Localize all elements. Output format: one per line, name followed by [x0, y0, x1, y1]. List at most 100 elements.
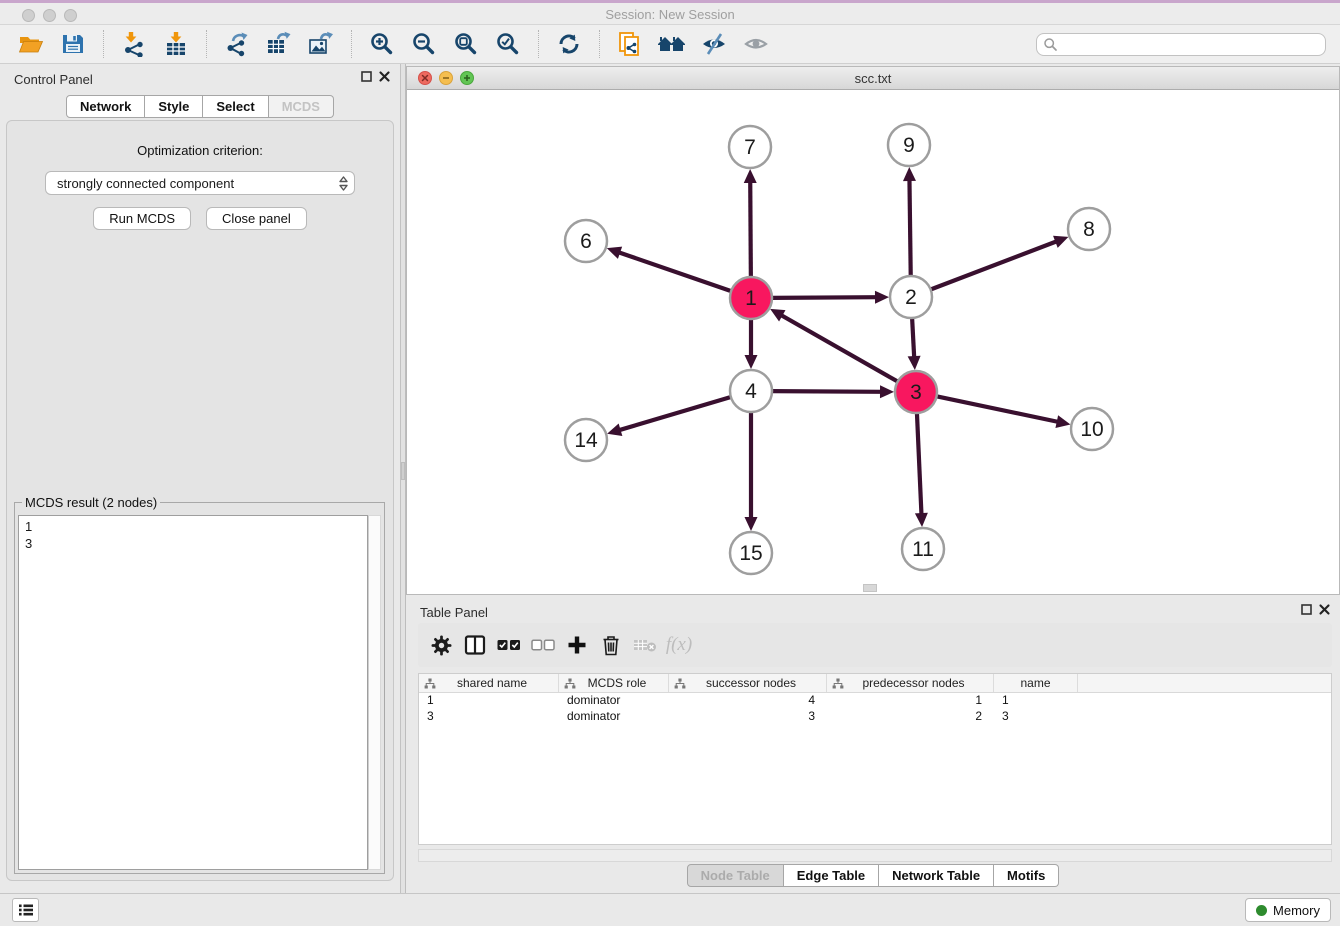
tab-network-table[interactable]: Network Table [879, 864, 994, 887]
tab-node-table[interactable]: Node Table [687, 864, 784, 887]
export-network-icon[interactable] [222, 29, 252, 59]
refresh-icon[interactable] [554, 29, 584, 59]
table-row[interactable]: 3 dominator 3 2 3 [419, 709, 1331, 725]
run-mcds-button[interactable]: Run MCDS [93, 207, 191, 230]
home-icon[interactable] [657, 29, 687, 59]
tab-style[interactable]: Style [145, 95, 203, 118]
edge-3-1[interactable] [781, 315, 898, 382]
cell-predecessor-nodes[interactable]: 1 [827, 693, 994, 709]
tab-motifs[interactable]: Motifs [994, 864, 1059, 887]
memory-button[interactable]: Memory [1245, 898, 1331, 922]
mcds-result-text[interactable]: 1 3 [18, 515, 368, 870]
edge-arrowhead [744, 169, 757, 183]
import-table-icon[interactable] [161, 29, 191, 59]
node-label-3: 3 [910, 381, 922, 404]
zoom-selected-icon[interactable] [493, 29, 523, 59]
edge-2-3[interactable] [912, 318, 914, 358]
result-scrollbar[interactable] [368, 515, 381, 870]
tab-mcds[interactable]: MCDS [269, 95, 334, 118]
cell-mcds-role[interactable]: dominator [559, 709, 669, 725]
edge-1-7[interactable] [750, 181, 751, 277]
float-panel-icon[interactable] [361, 71, 372, 82]
export-table-icon[interactable] [264, 29, 294, 59]
splitter-grip[interactable] [401, 462, 405, 480]
cell-successor-nodes[interactable]: 4 [669, 693, 827, 709]
edge-4-14[interactable] [619, 397, 731, 430]
duplicate-network-icon[interactable] [615, 29, 645, 59]
attribute-type-icon [674, 678, 686, 689]
column-header-name[interactable]: name [994, 674, 1078, 692]
tab-network[interactable]: Network [66, 95, 145, 118]
network-canvas[interactable]: 7968124314101511 [407, 90, 1339, 594]
edge-2-8[interactable] [931, 241, 1058, 289]
mcds-result-title: MCDS result (2 nodes) [22, 495, 160, 510]
import-network-icon[interactable] [119, 29, 149, 59]
table-tabs: Node Table Edge Table Network Table Moti… [406, 864, 1340, 887]
save-session-icon[interactable] [58, 29, 88, 59]
function-icon[interactable]: f(x) [662, 630, 696, 660]
toolbar-separator [206, 30, 207, 58]
table-panel-title: Table Panel [420, 605, 488, 620]
memory-label: Memory [1273, 903, 1320, 918]
network-window-titlebar[interactable]: scc.txt [407, 67, 1339, 90]
search-field[interactable] [1036, 33, 1326, 56]
float-panel-icon[interactable] [1301, 604, 1312, 615]
main-toolbar [0, 25, 1340, 64]
task-history-button[interactable] [12, 898, 39, 922]
tab-edge-table[interactable]: Edge Table [784, 864, 879, 887]
edge-arrowhead [745, 517, 758, 531]
status-bar: Memory [0, 893, 1340, 926]
node-label-10: 10 [1080, 418, 1103, 441]
edge-1-2[interactable] [772, 297, 877, 298]
zoom-in-icon[interactable] [367, 29, 397, 59]
edge-3-10[interactable] [937, 396, 1059, 422]
node-label-4: 4 [745, 380, 757, 403]
gear-icon[interactable] [424, 630, 458, 660]
delete-icon[interactable] [594, 630, 628, 660]
node-label-2: 2 [905, 286, 917, 309]
dropdown-stepper-icon [339, 176, 348, 191]
edge-2-9[interactable] [909, 179, 910, 276]
add-icon[interactable] [560, 630, 594, 660]
show-graphics-icon[interactable] [741, 29, 771, 59]
edge-arrowhead [745, 355, 758, 369]
open-session-icon[interactable] [16, 29, 46, 59]
edge-1-6[interactable] [618, 252, 731, 291]
select-all-icon[interactable] [492, 630, 526, 660]
edge-arrowhead [908, 356, 921, 370]
cell-name[interactable]: 1 [994, 693, 1078, 709]
column-header-mcds-role[interactable]: MCDS role [559, 674, 669, 692]
column-header-predecessor-nodes[interactable]: predecessor nodes [827, 674, 994, 692]
deselect-all-icon[interactable] [526, 630, 560, 660]
node-label-11: 11 [912, 538, 934, 561]
cell-predecessor-nodes[interactable]: 2 [827, 709, 994, 725]
horizontal-splitter-grip[interactable] [863, 584, 877, 592]
column-header-shared-name[interactable]: shared name [419, 674, 559, 692]
column-header-successor-nodes[interactable]: successor nodes [669, 674, 827, 692]
export-image-icon[interactable] [306, 29, 336, 59]
table-horizontal-scrollbar[interactable] [418, 849, 1332, 862]
delete-table-icon[interactable] [628, 630, 662, 660]
search-input[interactable] [1058, 37, 1319, 51]
network-graph[interactable]: 7968124314101511 [407, 90, 1339, 594]
tab-select[interactable]: Select [203, 95, 268, 118]
hide-graphics-icon[interactable] [699, 29, 729, 59]
zoom-fit-icon[interactable] [451, 29, 481, 59]
close-panel-button[interactable]: Close panel [206, 207, 307, 230]
columns-icon[interactable] [458, 630, 492, 660]
close-panel-icon[interactable] [1319, 604, 1330, 615]
zoom-out-icon[interactable] [409, 29, 439, 59]
edge-4-3[interactable] [772, 391, 882, 392]
node-label-14: 14 [574, 429, 598, 452]
criterion-dropdown[interactable]: strongly connected component [45, 171, 355, 195]
close-panel-icon[interactable] [379, 71, 390, 82]
window-titlebar: Session: New Session [0, 0, 1340, 25]
cell-successor-nodes[interactable]: 3 [669, 709, 827, 725]
cell-shared-name[interactable]: 3 [419, 709, 559, 725]
cell-shared-name[interactable]: 1 [419, 693, 559, 709]
table-row[interactable]: 1 dominator 4 1 1 [419, 693, 1331, 709]
node-label-9: 9 [903, 134, 915, 157]
cell-name[interactable]: 3 [994, 709, 1078, 725]
cell-mcds-role[interactable]: dominator [559, 693, 669, 709]
edge-3-11[interactable] [917, 413, 922, 515]
